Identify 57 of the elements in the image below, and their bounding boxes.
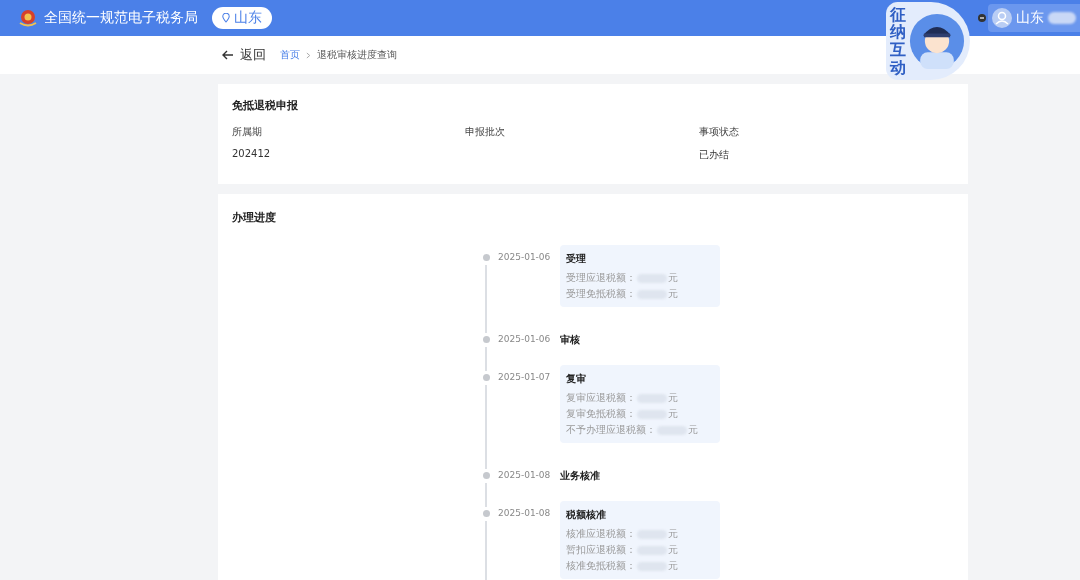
step-date: 2025-01-07	[498, 372, 552, 382]
redacted-mark	[1048, 12, 1076, 24]
amount-label: 核准免抵税额：	[566, 559, 636, 573]
timeline-line	[485, 521, 487, 580]
mascot-badge[interactable]: 征纳互动	[886, 2, 970, 80]
field-value: 202412	[232, 148, 272, 159]
chevron-right-icon	[306, 51, 311, 59]
emblem-icon	[18, 8, 38, 28]
amount-label: 核准应退税额：	[566, 527, 636, 541]
breadcrumb-link[interactable]: 首页	[280, 48, 300, 62]
timeline-line	[485, 483, 487, 507]
step-date: 2025-01-08	[498, 508, 552, 518]
timeline-dot	[482, 336, 490, 343]
amount-label: 不予办理应退税额：	[566, 423, 656, 437]
region-selector[interactable]: 山东	[212, 7, 272, 29]
amount-label: 受理应退税额：	[566, 271, 636, 285]
amount-label: 受理免抵税额：	[566, 287, 636, 301]
step-title: 审核	[560, 333, 580, 347]
user-avatar-icon	[992, 8, 1012, 28]
step-title: 受理	[566, 252, 587, 266]
field-value: 已办结	[698, 148, 730, 162]
amount-unit: 元	[668, 543, 678, 557]
timeline-dot	[482, 510, 490, 517]
timeline-line	[485, 265, 487, 333]
amount-unit: 元	[668, 407, 678, 421]
field-label: 事项状态	[698, 125, 740, 139]
step-title: 业务核准	[560, 469, 600, 483]
field-label: 申报批次	[465, 125, 507, 139]
user-menu[interactable]: 山东	[988, 4, 1080, 32]
step-title: 复审	[566, 372, 587, 386]
amount-unit: 元	[668, 287, 678, 301]
back-arrow-icon	[222, 50, 234, 60]
timeline-dot	[482, 254, 490, 261]
amount-unit: 元	[688, 423, 698, 437]
amount-label: 复审应退税额：	[566, 391, 636, 405]
figure-drawing	[909, 13, 965, 69]
breadcrumb-current: 退税审核进度查询	[317, 48, 397, 62]
amount-unit: 元	[668, 391, 678, 405]
amount-unit: 元	[668, 559, 678, 573]
step-title: 税额核准	[566, 508, 607, 522]
step-date: 2025-01-06	[498, 334, 552, 344]
section-title: 办理进度	[232, 210, 277, 225]
amount-label: 复审免抵税额：	[566, 407, 636, 421]
step-date: 2025-01-08	[498, 470, 552, 480]
amount-label: 暂扣应退税额：	[566, 543, 636, 557]
timeline-dot	[482, 472, 490, 479]
step-date: 2025-01-06	[498, 252, 552, 262]
field-label: 所属期	[232, 125, 263, 139]
timeline-dot	[482, 374, 490, 381]
site-title: 全国统一规范电子税务局	[44, 9, 198, 27]
minus-icon[interactable]	[978, 14, 986, 22]
location-pin-icon	[222, 13, 230, 23]
section-title: 免抵退税申报	[232, 98, 299, 113]
amount-unit: 元	[668, 271, 678, 285]
amount-unit: 元	[668, 527, 678, 541]
back-button[interactable]: 返回	[222, 46, 266, 64]
timeline-line	[485, 347, 487, 371]
